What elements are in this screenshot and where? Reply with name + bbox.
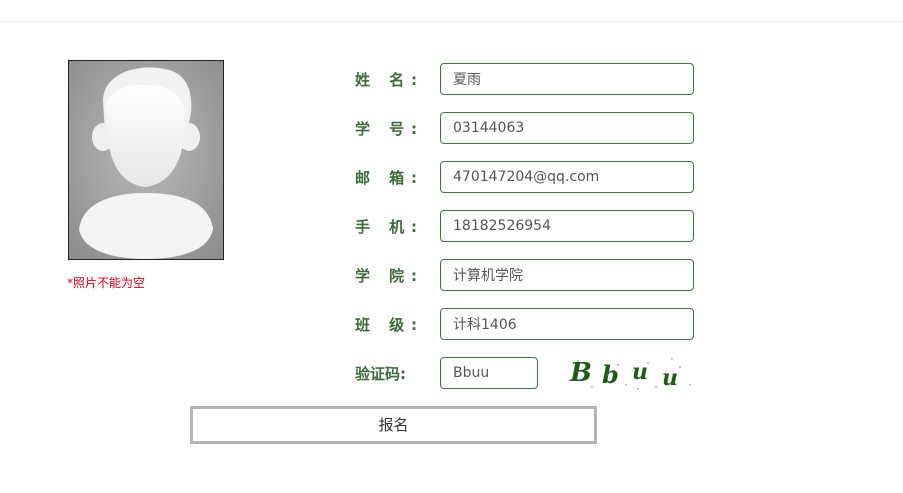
register-button[interactable]: 报名 <box>190 406 597 444</box>
form-row-name: 姓 名: <box>355 63 700 97</box>
form-row-phone: 手 机: <box>355 210 700 244</box>
name-input[interactable] <box>440 63 694 95</box>
captcha-image[interactable]: B b u u <box>568 355 698 391</box>
photo-required-warning: *照片不能为空 <box>67 276 146 290</box>
captcha-char-1: B <box>569 358 592 388</box>
form-row-captcha: 验证码: B b u u <box>355 357 700 391</box>
class-input[interactable] <box>440 308 694 340</box>
college-input[interactable] <box>440 259 694 291</box>
form-row-college: 学 院: <box>355 259 700 293</box>
top-divider <box>0 21 903 22</box>
form-row-student-id: 学 号: <box>355 112 700 146</box>
captcha-label: 验证码: <box>355 365 406 383</box>
captcha-char-4: u <box>662 365 678 391</box>
avatar-silhouette-icon <box>69 61 223 259</box>
name-label: 姓 名: <box>355 71 417 89</box>
class-label: 班 级: <box>355 316 417 334</box>
email-label: 邮 箱: <box>355 169 417 187</box>
captcha-input[interactable] <box>440 357 538 389</box>
captcha-char-2: b <box>602 360 619 389</box>
form-row-class: 班 级: <box>355 308 700 342</box>
form-row-email: 邮 箱: <box>355 161 700 195</box>
phone-input[interactable] <box>440 210 694 242</box>
captcha-char-3: u <box>632 359 648 385</box>
photo-upload-box[interactable] <box>68 60 224 260</box>
college-label: 学 院: <box>355 267 417 285</box>
email-input[interactable] <box>440 161 694 193</box>
phone-label: 手 机: <box>355 218 417 236</box>
student-id-input[interactable] <box>440 112 694 144</box>
student-id-label: 学 号: <box>355 120 417 138</box>
